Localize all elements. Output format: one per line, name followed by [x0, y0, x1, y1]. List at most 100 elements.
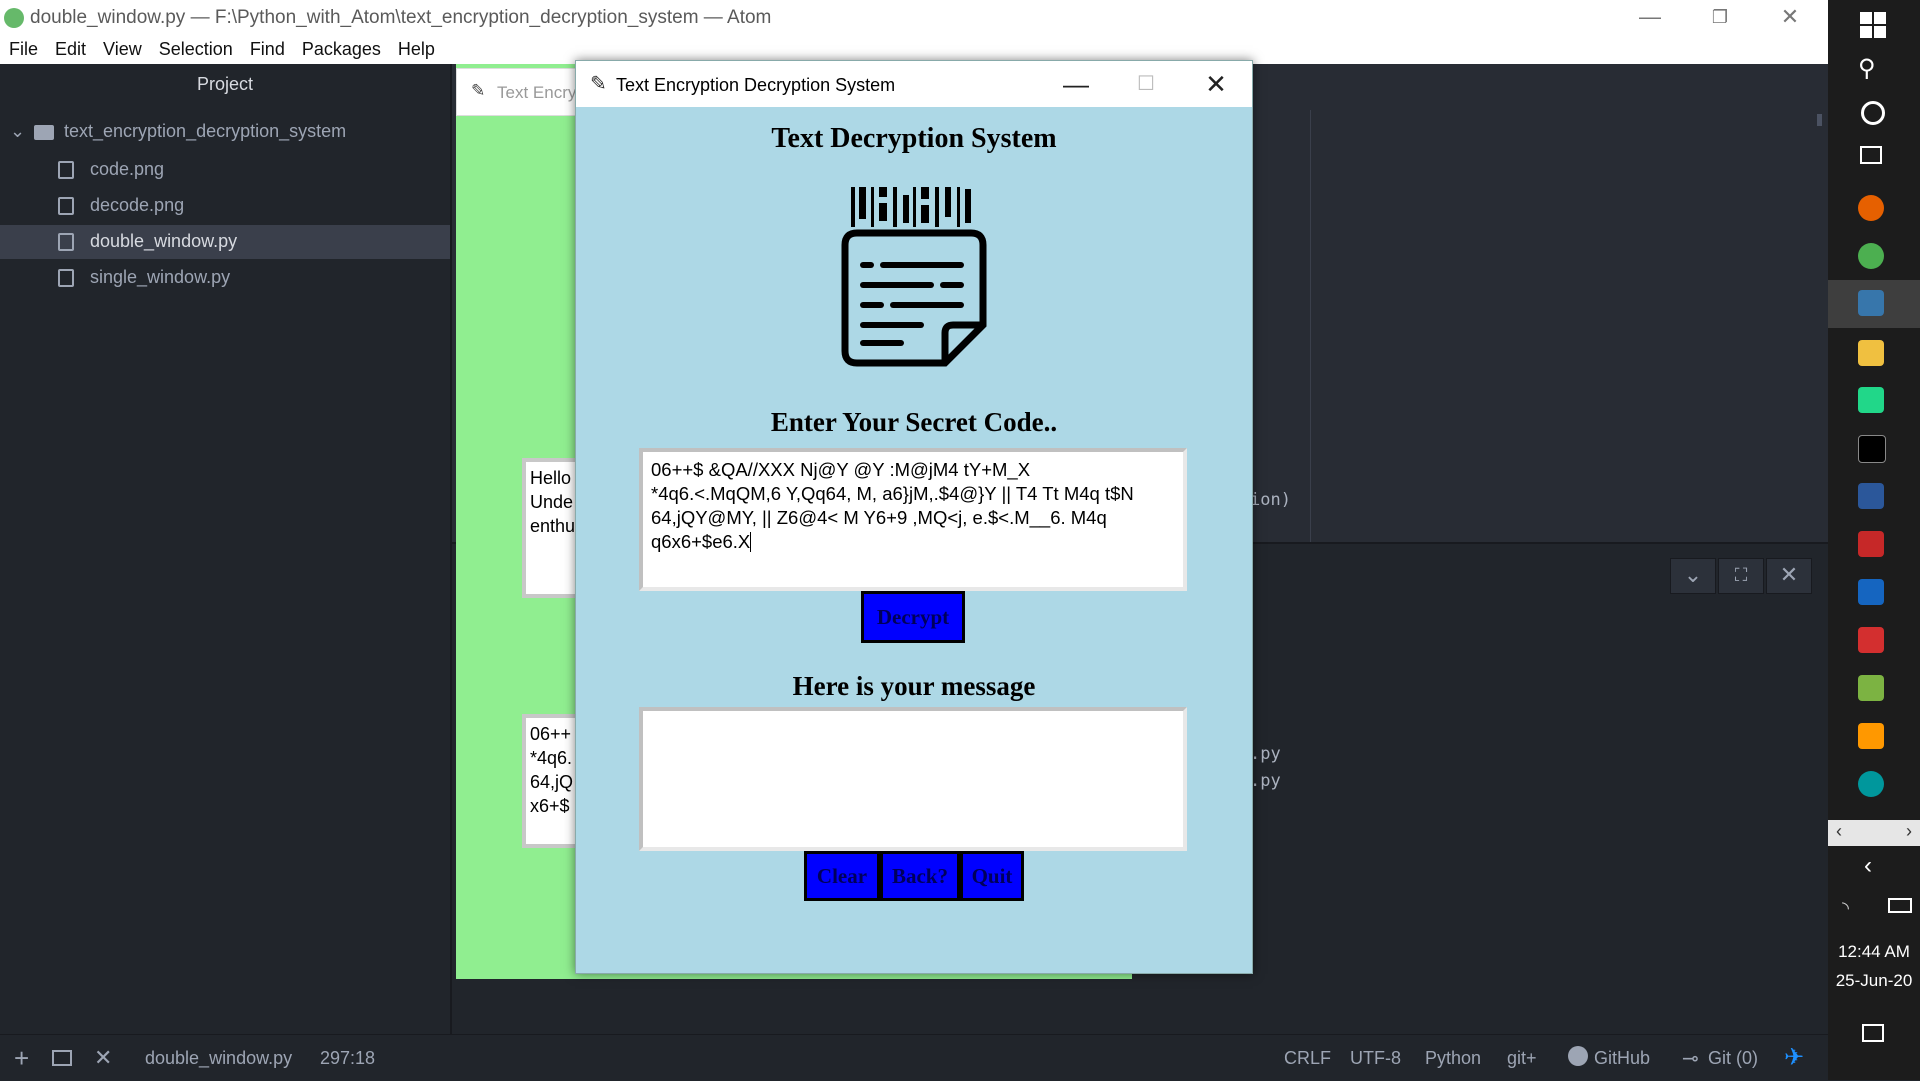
code-line: 06++$ &QA//XXX Nj@Y @Y :M@jM4 tY+M_X — [651, 459, 1031, 480]
tree-item-label: decode.png — [90, 195, 185, 215]
editor-tab[interactable]: ✎ Text Encry — [456, 68, 578, 116]
wifi-icon[interactable]: ◝ — [1842, 898, 1849, 919]
chevron-down-icon[interactable]: ⌄ — [10, 121, 25, 142]
windows-start-icon[interactable] — [1860, 12, 1886, 38]
solidworks-icon[interactable] — [1858, 531, 1884, 557]
image-file-icon — [58, 197, 74, 215]
status-grammar[interactable]: Python — [1425, 1048, 1481, 1069]
status-git[interactable]: Git (0) — [1708, 1048, 1758, 1069]
document-barcode-icon — [841, 187, 987, 367]
menu-view[interactable]: View — [94, 36, 150, 60]
chevron-left-icon[interactable]: ‹ — [1864, 852, 1872, 880]
chrome-icon[interactable] — [1858, 243, 1884, 269]
pycharm-icon[interactable] — [1858, 387, 1884, 413]
feather-icon: ✎ — [590, 73, 607, 95]
git-commit-icon: ⊸ — [1682, 1048, 1699, 1070]
menu-find[interactable]: Find — [241, 36, 293, 60]
arduino-icon[interactable] — [1858, 771, 1884, 797]
word-icon[interactable] — [1858, 483, 1884, 509]
close-icon[interactable]: ✕ — [94, 1045, 112, 1071]
restore-icon[interactable]: ❐ — [1700, 4, 1740, 30]
python-file-icon[interactable] — [1858, 340, 1884, 366]
notification-icon[interactable] — [1862, 1024, 1884, 1042]
maximize-panel-icon[interactable]: ⛶ — [1718, 558, 1764, 594]
status-file-name[interactable]: double_window.py — [145, 1048, 292, 1069]
back-button[interactable]: Back? — [880, 851, 960, 901]
feather-icon: ✎ — [471, 81, 486, 100]
chevron-right-icon[interactable]: › — [1906, 821, 1912, 842]
taskbar-scrollbar[interactable]: ‹ › — [1828, 820, 1920, 846]
add-icon[interactable]: + — [14, 1043, 29, 1074]
tree-item-decode-png[interactable]: decode.png — [0, 189, 450, 223]
dialog-title: Text Encryption Decryption System — [616, 75, 896, 95]
decryption-dialog: ✎ Text Encryption Decryption System — ☐ … — [575, 60, 1253, 974]
tree-folder-root[interactable]: ⌄ text_encryption_decryption_system — [0, 115, 450, 149]
python-icon[interactable] — [1858, 290, 1884, 316]
clear-button[interactable]: Clear — [804, 851, 880, 901]
status-line-ending[interactable]: CRLF — [1284, 1048, 1331, 1069]
cmd-icon[interactable] — [1858, 435, 1886, 463]
status-github[interactable]: GitHub — [1594, 1048, 1650, 1069]
code-fragment: .py — [1250, 771, 1281, 791]
close-icon[interactable]: ✕ — [1770, 4, 1810, 30]
task-view-icon[interactable] — [1860, 146, 1882, 164]
menu-packages[interactable]: Packages — [293, 36, 389, 60]
firefox-icon[interactable] — [1858, 195, 1884, 221]
editor-tab-label: Text Encry — [497, 83, 577, 102]
menu-edit[interactable]: Edit — [46, 36, 94, 60]
close-icon[interactable]: ✕ — [1196, 69, 1236, 99]
terminal-icon[interactable] — [52, 1050, 72, 1066]
menu-selection[interactable]: Selection — [150, 36, 241, 60]
chevron-left-icon[interactable]: ‹ — [1836, 821, 1842, 842]
atom-title-bar: double_window.py — F:\Python_with_Atom\t… — [0, 0, 1828, 36]
code-line: 64,jQY@MY, || Z6@4< M Y6+9 ,MQ<j, e.$<.M… — [651, 507, 1107, 528]
battery-icon[interactable] — [1888, 898, 1912, 913]
code-line: q6x6+$e6.X — [651, 531, 751, 552]
message-label: Here is your message — [792, 671, 1036, 701]
secret-code-textbox[interactable]: 06++$ &QA//XXX Nj@Y @Y :M@jM4 tY+M_X *4q… — [639, 448, 1187, 591]
decrypt-button[interactable]: Decrypt — [861, 591, 965, 643]
tree-item-single-window[interactable]: single_window.py — [0, 261, 450, 295]
powershell-icon[interactable] — [1858, 579, 1884, 605]
text-file-icon — [58, 269, 74, 287]
close-panel-icon[interactable]: ✕ — [1766, 558, 1812, 594]
text-cursor — [750, 532, 752, 552]
dialog-heading: Text Decryption System — [771, 123, 1057, 154]
menu-help[interactable]: Help — [389, 36, 443, 60]
chevron-down-icon[interactable]: ⌄ — [1670, 558, 1716, 594]
status-cursor-position[interactable]: 297:18 — [320, 1048, 375, 1069]
quit-button[interactable]: Quit — [960, 851, 1024, 901]
decrypted-message-textbox[interactable] — [639, 707, 1187, 851]
code-line: *4q6.<.MqQM,6 Y,Qq64, M, a6}jM,.$4@}Y ||… — [651, 483, 1134, 504]
menu-file[interactable]: File — [0, 36, 46, 60]
project-sidebar: Project ⌄ text_encryption_decryption_sys… — [0, 64, 452, 1034]
tree-item-code-png[interactable]: code.png — [0, 153, 450, 187]
acrobat-icon[interactable] — [1858, 627, 1884, 653]
bird-icon[interactable]: ✈ — [1784, 1043, 1804, 1072]
tree-item-label: double_window.py — [90, 231, 238, 251]
taskbar-date[interactable]: 25-Jun-20 — [1828, 971, 1920, 991]
atom-app-icon — [4, 8, 24, 28]
status-encoding[interactable]: UTF-8 — [1350, 1048, 1401, 1069]
tree-item-label: code.png — [90, 159, 165, 179]
project-header: Project — [196, 74, 254, 94]
search-icon[interactable]: ⚲ — [1858, 54, 1876, 83]
app-grid-icon[interactable] — [1858, 675, 1884, 701]
secret-code-prompt: Enter Your Secret Code.. — [770, 407, 1058, 437]
cortana-icon[interactable] — [1861, 101, 1885, 125]
minimize-icon[interactable]: — — [1630, 4, 1670, 30]
folder-icon — [34, 125, 54, 140]
atom-window-title: double_window.py — F:\Python_with_Atom\t… — [30, 7, 772, 28]
text-file-icon — [58, 233, 74, 251]
sublime-icon[interactable] — [1858, 723, 1884, 749]
tree-item-label: single_window.py — [90, 267, 231, 287]
taskbar-time[interactable]: 12:44 AM — [1828, 942, 1920, 962]
code-fragment: .py — [1250, 744, 1281, 764]
github-icon — [1568, 1046, 1588, 1066]
tree-item-double-window[interactable]: double_window.py — [0, 225, 450, 259]
status-bar: + ✕ double_window.py 297:18 CRLF UTF-8 P… — [0, 1034, 1828, 1081]
scrollbar-thumb[interactable] — [1817, 114, 1822, 126]
minimize-icon[interactable]: — — [1056, 69, 1096, 99]
status-git-plus[interactable]: git+ — [1507, 1048, 1537, 1069]
maximize-icon[interactable]: ☐ — [1126, 69, 1166, 99]
